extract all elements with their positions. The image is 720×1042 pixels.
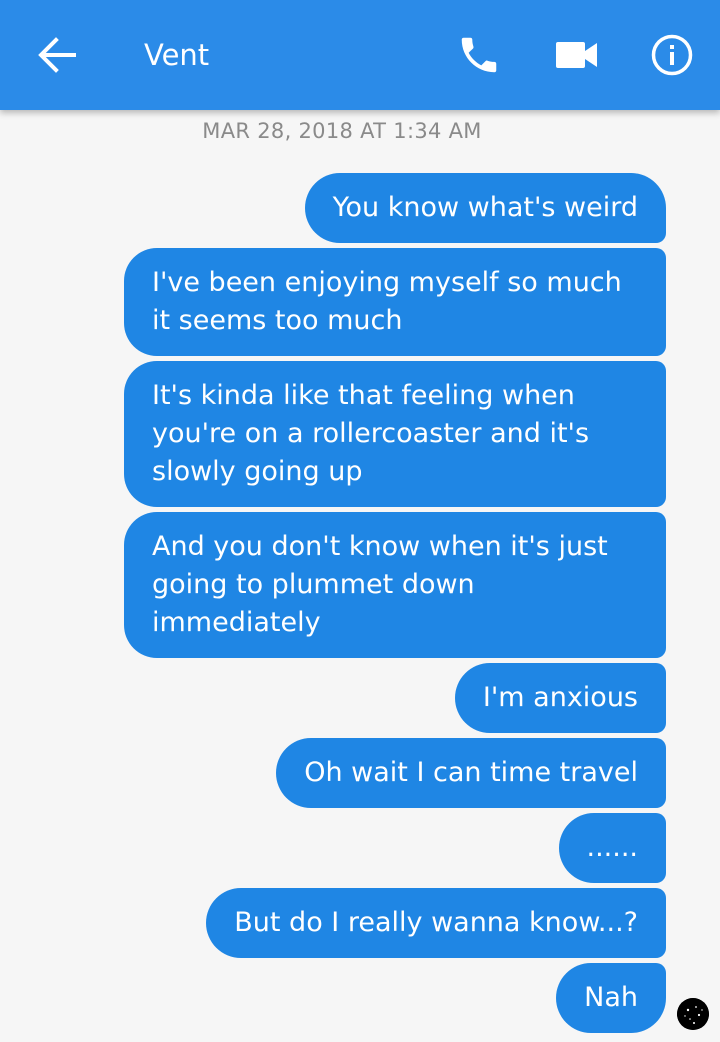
message-bubble[interactable]: Nah — [556, 963, 666, 1033]
conversation-title: Vent — [144, 38, 210, 72]
avatar-image-icon — [677, 998, 709, 1030]
message-bubble[interactable]: And you don't know when it's just going … — [124, 512, 666, 658]
message-bubble[interactable]: But do I really wanna know...? — [206, 888, 666, 958]
video-camera-icon[interactable] — [554, 38, 600, 72]
seen-avatar — [677, 998, 709, 1030]
message-bubble[interactable]: ...... — [558, 813, 666, 883]
conversation-timestamp: MAR 28, 2018 AT 1:34 AM — [202, 119, 482, 143]
arrow-left-icon[interactable] — [34, 35, 78, 75]
info-icon[interactable] — [649, 32, 695, 78]
phone-icon[interactable] — [456, 32, 502, 78]
message-bubble[interactable]: Oh wait I can time travel — [276, 738, 666, 808]
message-bubble[interactable]: It's kinda like that feeling when you're… — [124, 361, 666, 507]
message-bubble[interactable]: You know what's weird — [304, 173, 666, 243]
message-bubble[interactable]: I'm anxious — [454, 663, 666, 733]
message-bubble[interactable]: I've been enjoying myself so much it see… — [124, 248, 666, 356]
app-bar: Vent — [0, 0, 720, 110]
